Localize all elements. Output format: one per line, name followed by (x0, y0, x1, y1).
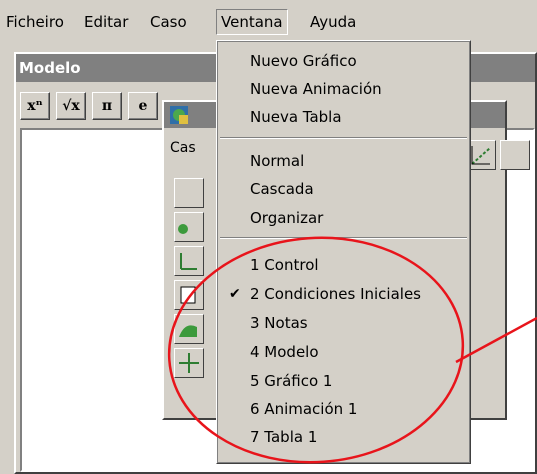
window-item-tabla-1[interactable]: 7 Tabla 1 (217, 423, 470, 451)
menu-bar: Ficheiro Editar Caso Ventana Ayuda (0, 0, 537, 42)
menu-separator (220, 237, 467, 239)
axis-tool[interactable] (174, 246, 204, 276)
menu-item-normal[interactable]: Normal (217, 147, 470, 175)
e-button[interactable]: e (128, 92, 158, 120)
ventana-dropdown: Nuevo Gráfico Nueva Animación Nueva Tabl… (216, 40, 471, 464)
shape-tool[interactable] (174, 314, 204, 344)
window-item-control[interactable]: 1 Control (217, 251, 470, 279)
caso-label: Cas (170, 140, 196, 156)
table-tool[interactable] (174, 280, 204, 310)
window-item-modelo[interactable]: 4 Modelo (217, 338, 470, 366)
window-item-label: 2 Condiciones Iniciales (250, 285, 421, 303)
menu-ayuda[interactable]: Ayuda (306, 9, 360, 35)
power-button[interactable]: xⁿ (20, 92, 50, 120)
axis-icon (180, 253, 197, 270)
pointer-tool[interactable] (174, 178, 204, 208)
checkmark-icon: ✔ (229, 286, 241, 302)
sqrt-button[interactable]: √x (56, 92, 86, 120)
menu-item-cascada[interactable]: Cascada (217, 175, 470, 203)
menu-item-nueva-animacion[interactable]: Nueva Animación (217, 75, 470, 103)
globe-icon (170, 106, 188, 124)
extra-button[interactable] (500, 140, 530, 170)
window-item-animacion-1[interactable]: 6 Animación 1 (217, 395, 470, 423)
menu-ficheiro[interactable]: Ficheiro (2, 9, 68, 35)
plot-xy-icon (471, 146, 491, 165)
window-item-condiciones-iniciales[interactable]: ✔ 2 Condiciones Iniciales (217, 280, 470, 308)
cross-icon (179, 353, 199, 373)
menu-separator (220, 137, 467, 139)
menu-caso[interactable]: Caso (146, 9, 191, 35)
pi-button[interactable]: π (92, 92, 122, 120)
node-icon (178, 224, 188, 234)
table-icon (180, 286, 196, 304)
window-item-grafico-1[interactable]: 5 Gráfico 1 (217, 367, 470, 395)
menu-editar[interactable]: Editar (80, 9, 132, 35)
menu-item-nueva-tabla[interactable]: Nueva Tabla (217, 103, 470, 131)
node-tool[interactable] (174, 212, 204, 242)
cross-tool[interactable] (174, 348, 204, 378)
menu-item-organizar[interactable]: Organizar (217, 204, 470, 232)
shape-icon (179, 325, 197, 337)
window-item-notas[interactable]: 3 Notas (217, 309, 470, 337)
menu-item-nuevo-grafico[interactable]: Nuevo Gráfico (217, 47, 470, 75)
menu-ventana[interactable]: Ventana (216, 9, 288, 35)
